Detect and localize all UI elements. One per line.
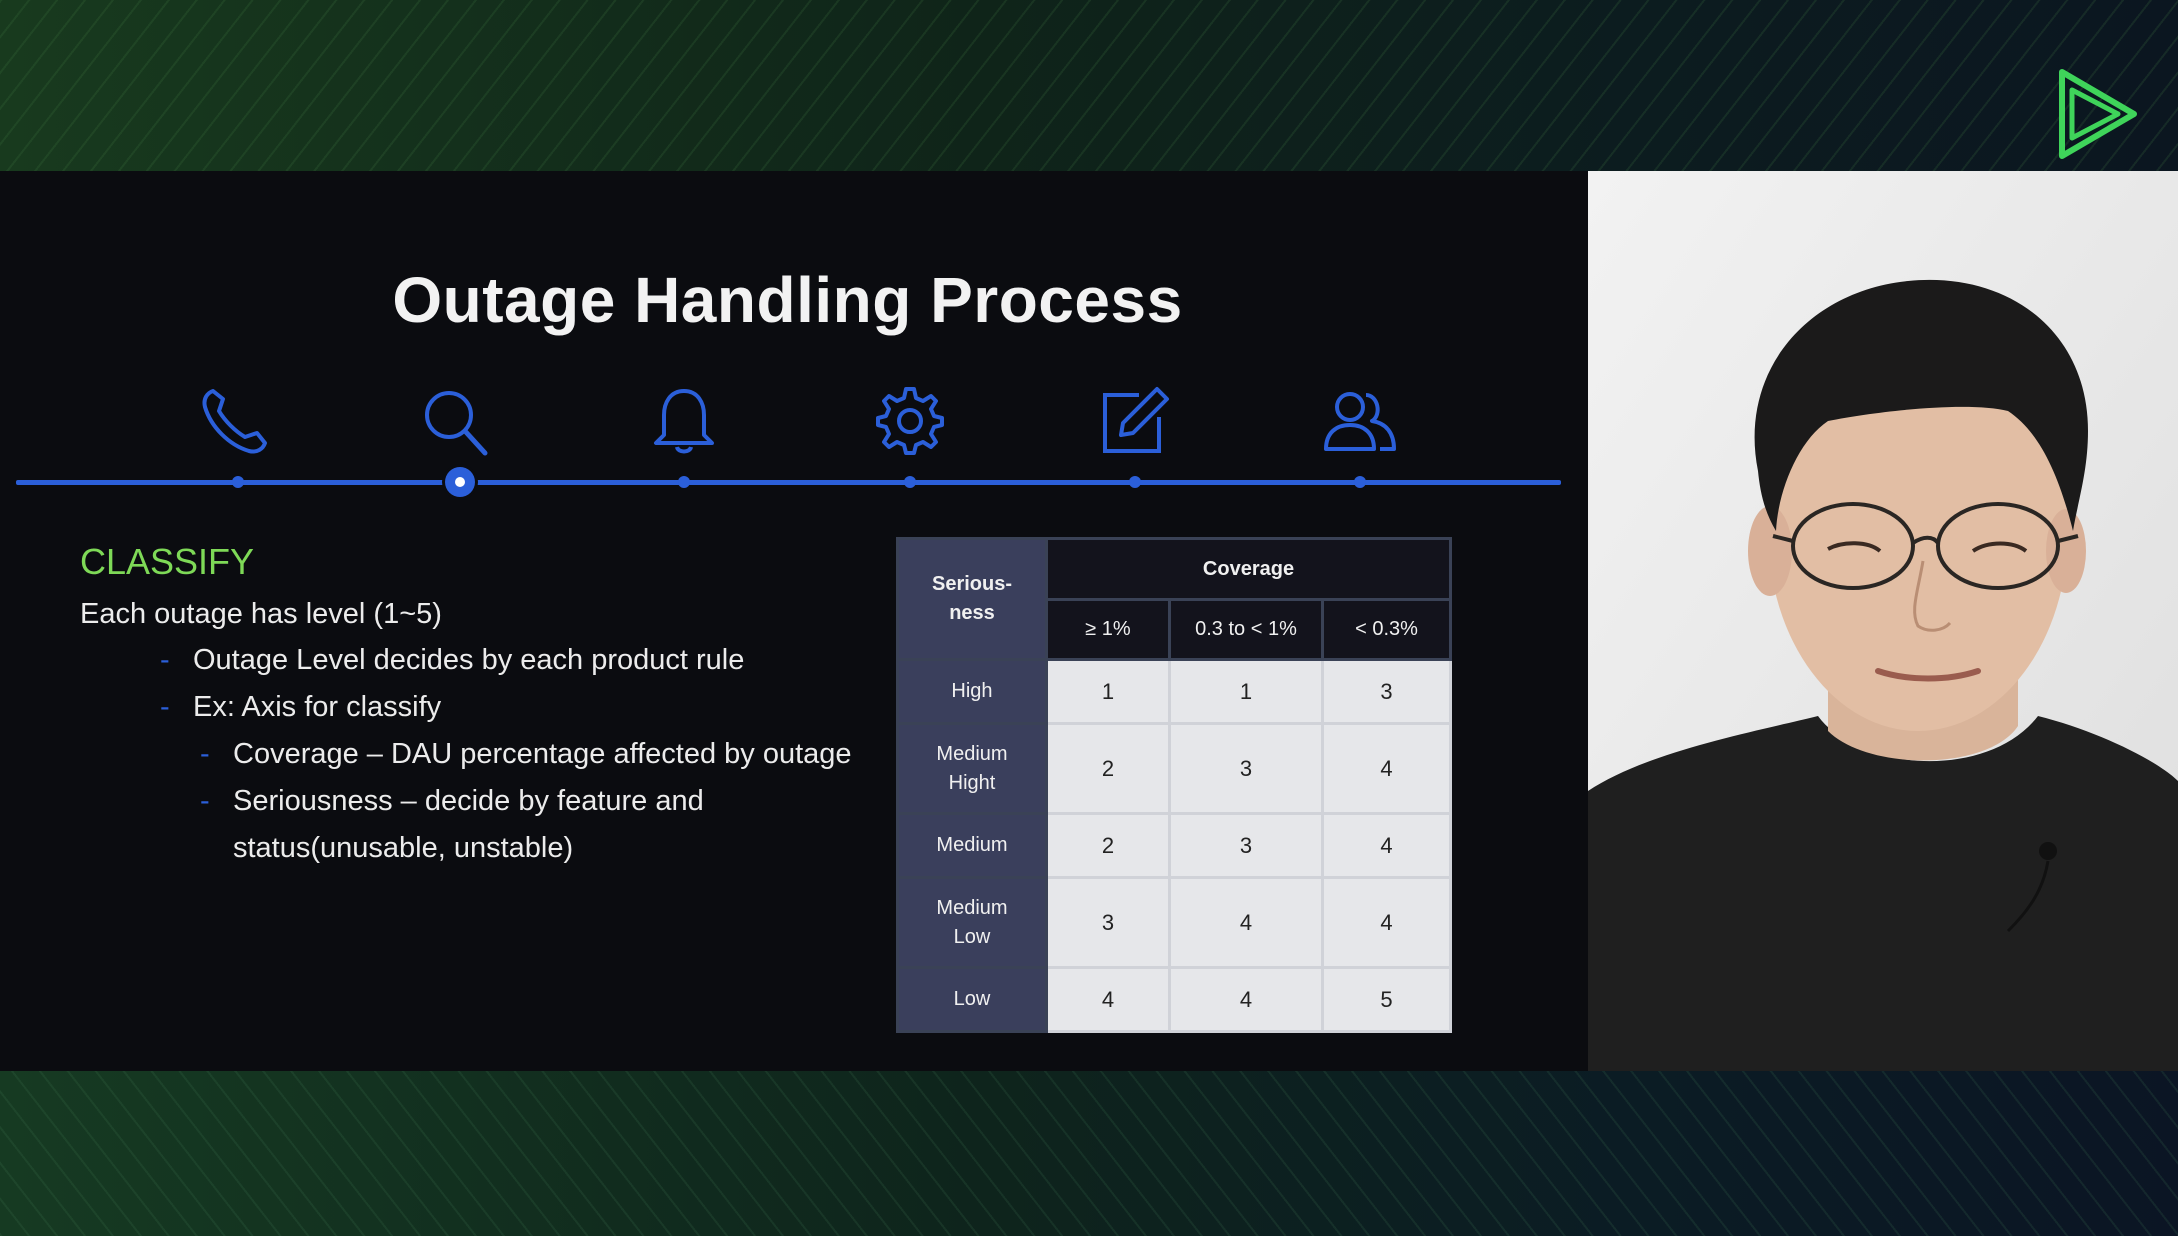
table-cell: 5 xyxy=(1321,966,1452,1033)
table-cell: 4 xyxy=(1321,722,1452,815)
search-icon xyxy=(415,381,495,461)
row-label: Medium xyxy=(936,834,1008,856)
timeline-dot[interactable] xyxy=(678,476,690,488)
corner-label-line1: Serious- xyxy=(931,573,1013,595)
row-header: Medium Hight xyxy=(896,722,1048,815)
timeline-dot[interactable] xyxy=(904,476,916,488)
table-cell: 4 xyxy=(1168,876,1324,969)
timeline-dot[interactable] xyxy=(1354,476,1366,488)
table-row: Medium Low 3 4 4 xyxy=(896,876,1452,969)
bullet-marker: - xyxy=(160,691,170,723)
presenter-video xyxy=(1588,171,2178,1071)
corner-label-line2: ness xyxy=(949,602,995,624)
row-header: Medium xyxy=(896,812,1048,879)
table-cell: 4 xyxy=(1321,876,1452,969)
bell-icon xyxy=(644,381,724,461)
row-header: Low xyxy=(896,966,1048,1033)
sub-bullet-continuation: status(unusable, unstable) xyxy=(233,832,574,864)
timeline-dot[interactable] xyxy=(232,476,244,488)
row-label: High xyxy=(951,680,993,702)
play-logo-icon xyxy=(2050,66,2146,162)
presenter-figure xyxy=(1588,171,2178,1071)
sub-bullet-item: Seriousness – decide by feature and xyxy=(233,785,704,817)
row-header: Medium Low xyxy=(896,876,1048,969)
table-cell: 1 xyxy=(1045,658,1171,725)
presentation-slide: Outage Handling Process CLASSIFY Each ou… xyxy=(0,171,1588,1071)
gear-icon xyxy=(870,381,950,461)
phone-icon xyxy=(195,381,275,461)
sub-bullet-item: Coverage – DAU percentage affected by ou… xyxy=(233,738,852,770)
table-row: Medium Hight 2 3 4 xyxy=(896,722,1452,815)
top-banner xyxy=(0,0,2178,171)
coverage-group-header: Coverage xyxy=(1045,537,1452,601)
users-icon xyxy=(1320,381,1400,461)
bullet-item: Ex: Axis for classify xyxy=(193,691,442,723)
table-row: High 1 1 3 xyxy=(896,658,1452,725)
row-label-line2: Low xyxy=(953,925,991,948)
timeline-dot[interactable] xyxy=(1129,476,1141,488)
table-cell: 3 xyxy=(1321,658,1452,725)
table-cell: 3 xyxy=(1168,812,1324,879)
row-label: Medium xyxy=(936,896,1008,919)
timeline-track xyxy=(16,480,1561,485)
intro-text: Each outage has level (1~5) xyxy=(80,598,442,630)
row-label: Medium xyxy=(936,742,1008,765)
bottom-banner xyxy=(0,1071,2178,1236)
table-row: Medium 2 3 4 xyxy=(896,812,1452,879)
table-cell: 2 xyxy=(1045,812,1171,879)
table-cell: 3 xyxy=(1168,722,1324,815)
column-header: ≥ 1% xyxy=(1045,598,1171,661)
row-header: High xyxy=(896,658,1048,725)
timeline-dot-active[interactable] xyxy=(445,467,475,497)
table-cell: 4 xyxy=(1321,812,1452,879)
section-heading: CLASSIFY xyxy=(80,541,255,582)
table-cell: 1 xyxy=(1168,658,1324,725)
slide-title: Outage Handling Process xyxy=(392,264,1183,336)
edit-icon xyxy=(1093,381,1173,461)
row-label: Low xyxy=(953,988,991,1010)
bullet-marker: - xyxy=(200,785,210,817)
table-cell: 4 xyxy=(1045,966,1171,1033)
column-header: 0.3 to < 1% xyxy=(1168,598,1324,661)
bullet-marker: - xyxy=(200,738,210,770)
table-cell: 3 xyxy=(1045,876,1171,969)
table-cell: 2 xyxy=(1045,722,1171,815)
column-header: < 0.3% xyxy=(1321,598,1452,661)
table-row: Low 4 4 5 xyxy=(896,966,1452,1033)
bullet-item: Outage Level decides by each product rul… xyxy=(193,644,745,676)
classification-table: Serious- ness Coverage ≥ 1% 0.3 to < 1% … xyxy=(896,537,1452,1033)
corner-header: Serious- ness xyxy=(896,537,1048,661)
row-label-line2: Hight xyxy=(948,771,996,794)
table-cell: 4 xyxy=(1168,966,1324,1033)
bullet-marker: - xyxy=(160,644,170,676)
